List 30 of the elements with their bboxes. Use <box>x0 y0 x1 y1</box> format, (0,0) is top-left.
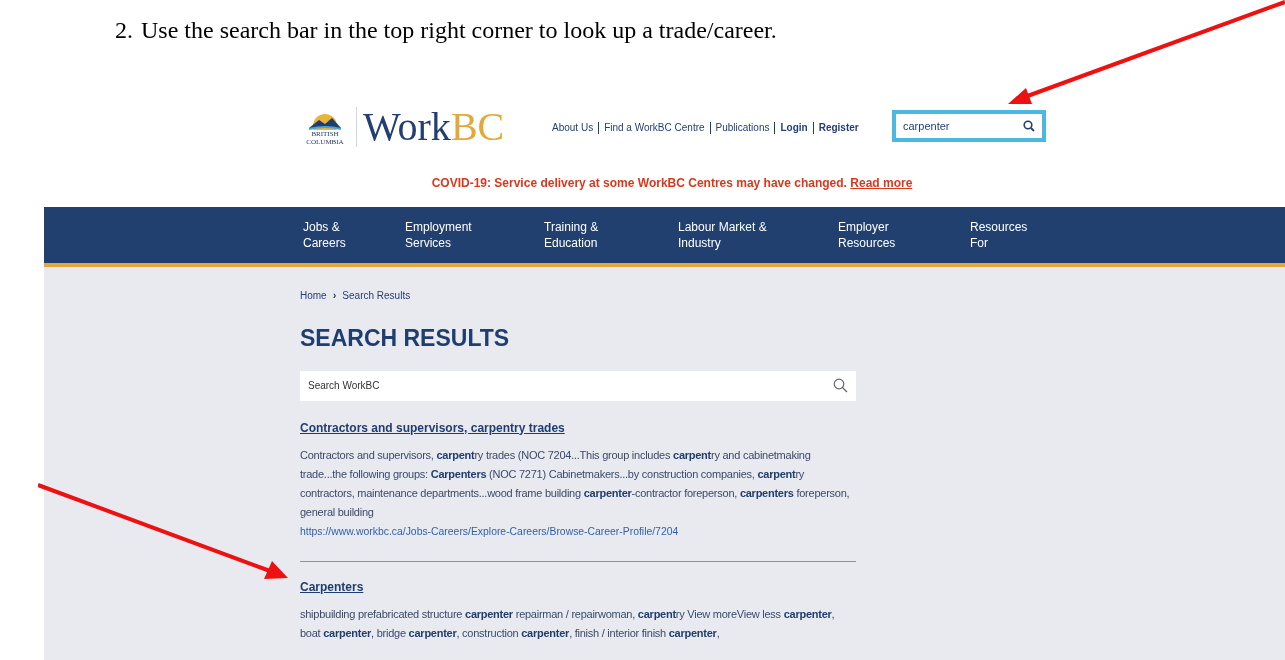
read-more-link[interactable]: Read more <box>850 176 913 190</box>
nav-link[interactable]: Employment Services <box>405 219 544 251</box>
arrow-icon <box>38 483 290 581</box>
chevron-icon: › <box>332 287 337 304</box>
breadcrumb-current: Search Results <box>342 288 411 303</box>
page-title: SEARCH RESULTS <box>300 323 511 352</box>
instruction-text: Use the search bar in the top right corner to look up a trade/career. <box>141 16 777 45</box>
nav-link[interactable]: Training & Education <box>544 219 678 251</box>
brand-logo[interactable]: WorkBC <box>363 105 505 149</box>
nav-link[interactable]: Labour Market & Industry <box>678 219 838 251</box>
list-number: 2. <box>115 16 134 45</box>
search-field[interactable]: carpenter <box>892 110 1046 142</box>
nav-link[interactable]: Employer Resources <box>838 219 970 251</box>
header-link[interactable]: Find a WorkBC Centre <box>604 120 705 135</box>
result-url-link[interactable]: https://www.workbc.ca/Jobs-Careers/Explore-Careers/Browse-Career-Profile/7204 <box>300 521 856 541</box>
result-snippet: Contractors and supervisors, carpentry trades (NOC 7204...This group includes carpentry and cabinetmaking trade...the following groups: Carpenters (NOC 7271) Cabinetmakers...by construction companies, carpentry contractors, maintenance departments...wood frame building carpenter-contractor foreperson, carpenters foreperson, general building <box>300 447 851 520</box>
result-title-link[interactable]: Contractors and supervisors, carpentry trades <box>300 418 856 437</box>
header-link[interactable]: About Us <box>552 120 594 135</box>
search-field[interactable]: Search WorkBC <box>300 370 856 401</box>
result-snippet: shipbuilding prefabricated structure carpenter repairman / repairwoman, carpentry View moreView less carpenter, boat carpenter, bridge carpenter, construction carpenter, finish / interior finish carpenter, <box>300 606 836 641</box>
nav-link[interactable]: Jobs & Careers <box>303 219 405 251</box>
search-icon <box>833 377 848 393</box>
alert-text: COVID-19: Service delivery at some WorkBC Centres may have changed. <box>431 176 847 190</box>
search-icon <box>1023 120 1035 132</box>
nav-link[interactable]: Resources For <box>970 219 1070 251</box>
header-link[interactable]: Register <box>818 120 859 135</box>
header-link[interactable]: Publications <box>715 120 770 135</box>
breadcrumb-link[interactable]: Home <box>300 287 327 303</box>
result-title-link[interactable]: Carpenters <box>300 577 856 596</box>
header-link[interactable]: Login <box>780 120 808 135</box>
